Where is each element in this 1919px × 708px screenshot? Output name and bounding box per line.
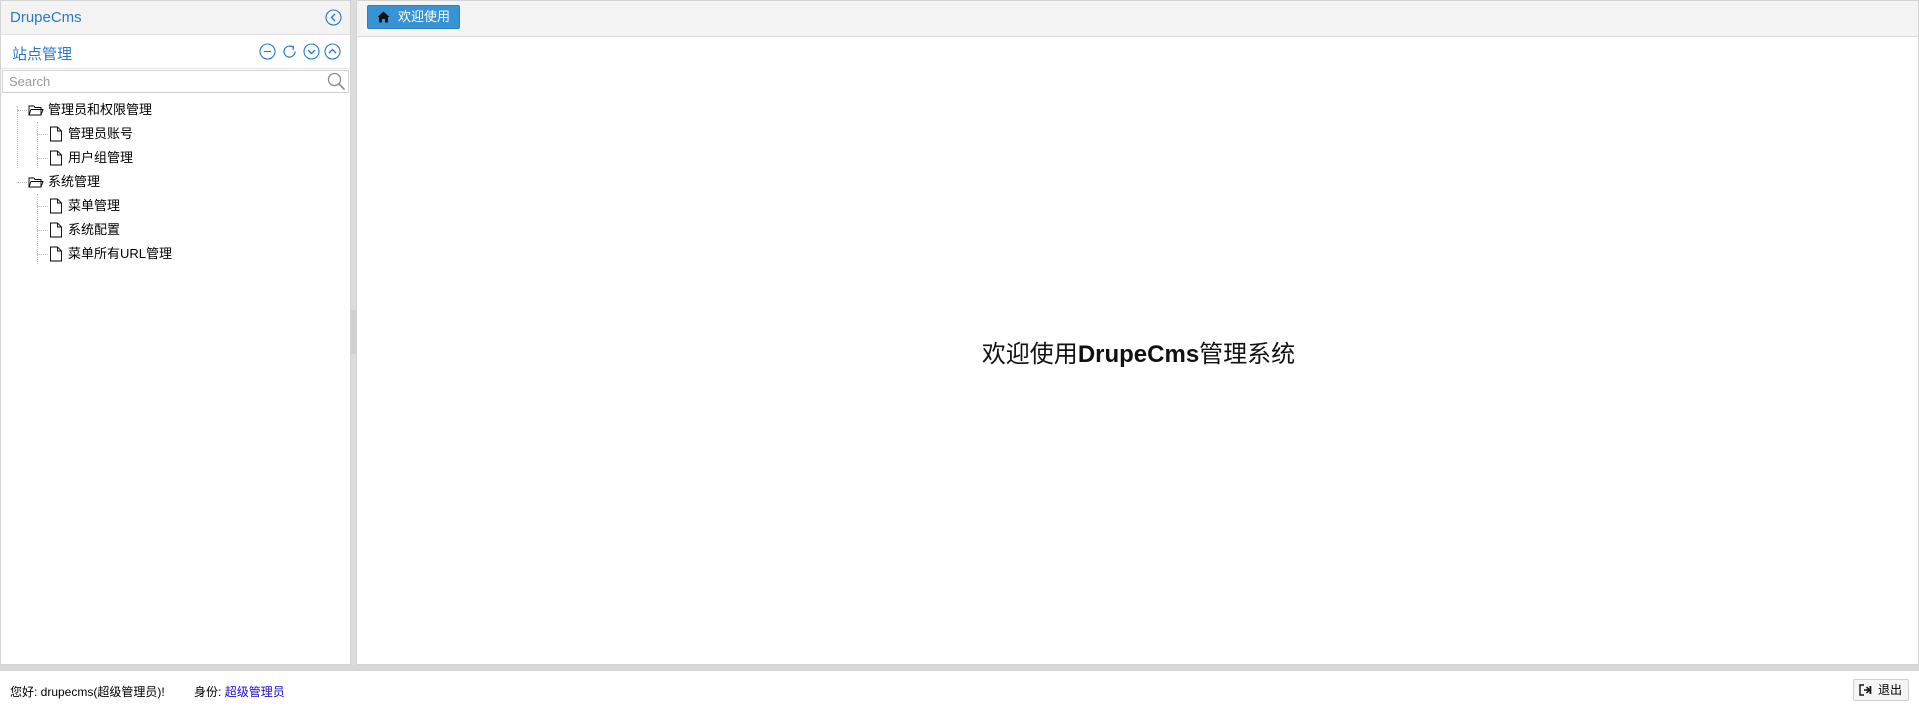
- tree-item-user-groups[interactable]: 用户组管理: [1, 146, 350, 170]
- tree-folder-label: 系统管理: [48, 174, 101, 189]
- tree-item-label: 管理员账号: [68, 126, 134, 141]
- tree-folder-system[interactable]: 系统管理: [1, 170, 350, 194]
- tree-folder-label: 管理员和权限管理: [48, 102, 153, 117]
- tab-welcome[interactable]: 欢迎使用: [367, 5, 461, 29]
- open-folder-icon: [28, 177, 44, 188]
- tab-welcome-label: 欢迎使用: [398, 9, 451, 24]
- welcome-prefix: 欢迎使用: [981, 340, 1078, 368]
- main-panel: 欢迎使用 欢迎使用DrupeCms管理系统: [356, 0, 1919, 665]
- tree-item-label: 系统配置: [68, 222, 121, 237]
- user-identity: 身份: 超级管理员: [194, 683, 285, 700]
- tree-item-system-config[interactable]: 系统配置: [1, 218, 350, 242]
- file-icon: [50, 222, 62, 238]
- collapse-left-icon[interactable]: [325, 9, 342, 26]
- refresh-icon[interactable]: [281, 43, 298, 60]
- app-title: DrupeCms: [10, 9, 82, 26]
- menu-tree: 管理员和权限管理 管理员账号 用户组管理 系统管理 菜单管理 系统配置 菜单所有…: [1, 94, 350, 266]
- file-icon: [50, 126, 62, 142]
- site-management-header: 站点管理: [1, 35, 350, 69]
- search-box: [2, 70, 349, 93]
- tree-item-label: 菜单所有URL管理: [68, 246, 173, 261]
- collapse-up-icon[interactable]: [324, 43, 341, 60]
- file-icon: [50, 246, 62, 262]
- file-icon: [50, 150, 62, 166]
- welcome-suffix: 管理系统: [1199, 340, 1296, 368]
- left-header: DrupeCms: [1, 1, 350, 35]
- search-input[interactable]: [9, 73, 324, 90]
- footer-bar: 您好: drupecms(超级管理员)! 身份: 超级管理员 退出: [0, 670, 1919, 708]
- open-folder-icon: [28, 105, 44, 116]
- tree-folder-admin-permissions[interactable]: 管理员和权限管理: [1, 98, 350, 122]
- left-panel: DrupeCms 站点管理 Search 管理员和权限管理 管理员账号 用户组管…: [0, 0, 351, 665]
- tree-item-label: 菜单管理: [68, 198, 121, 213]
- site-management-title: 站点管理: [12, 46, 73, 63]
- minus-circle-icon[interactable]: [259, 43, 276, 60]
- home-icon: [377, 11, 390, 23]
- logout-label: 退出: [1878, 683, 1903, 697]
- welcome-message: 欢迎使用DrupeCms管理系统: [357, 334, 1919, 369]
- expand-down-icon[interactable]: [303, 43, 320, 60]
- tree-item-label: 用户组管理: [68, 150, 134, 165]
- identity-value: 超级管理员: [224, 685, 285, 699]
- tree-item-menu-urls[interactable]: 菜单所有URL管理: [1, 242, 350, 266]
- identity-label: 身份:: [194, 685, 222, 699]
- logout-button[interactable]: 退出: [1853, 679, 1909, 701]
- welcome-brand: DrupeCms: [1077, 341, 1200, 368]
- tree-item-menu-management[interactable]: 菜单管理: [1, 194, 350, 218]
- tab-bar: 欢迎使用: [357, 1, 1918, 37]
- search-icon[interactable]: [327, 72, 346, 91]
- user-greeting: 您好: drupecms(超级管理员)!: [10, 685, 165, 699]
- tree-item-admin-accounts[interactable]: 管理员账号: [1, 122, 350, 146]
- file-icon: [50, 198, 62, 214]
- logout-icon: [1859, 684, 1872, 696]
